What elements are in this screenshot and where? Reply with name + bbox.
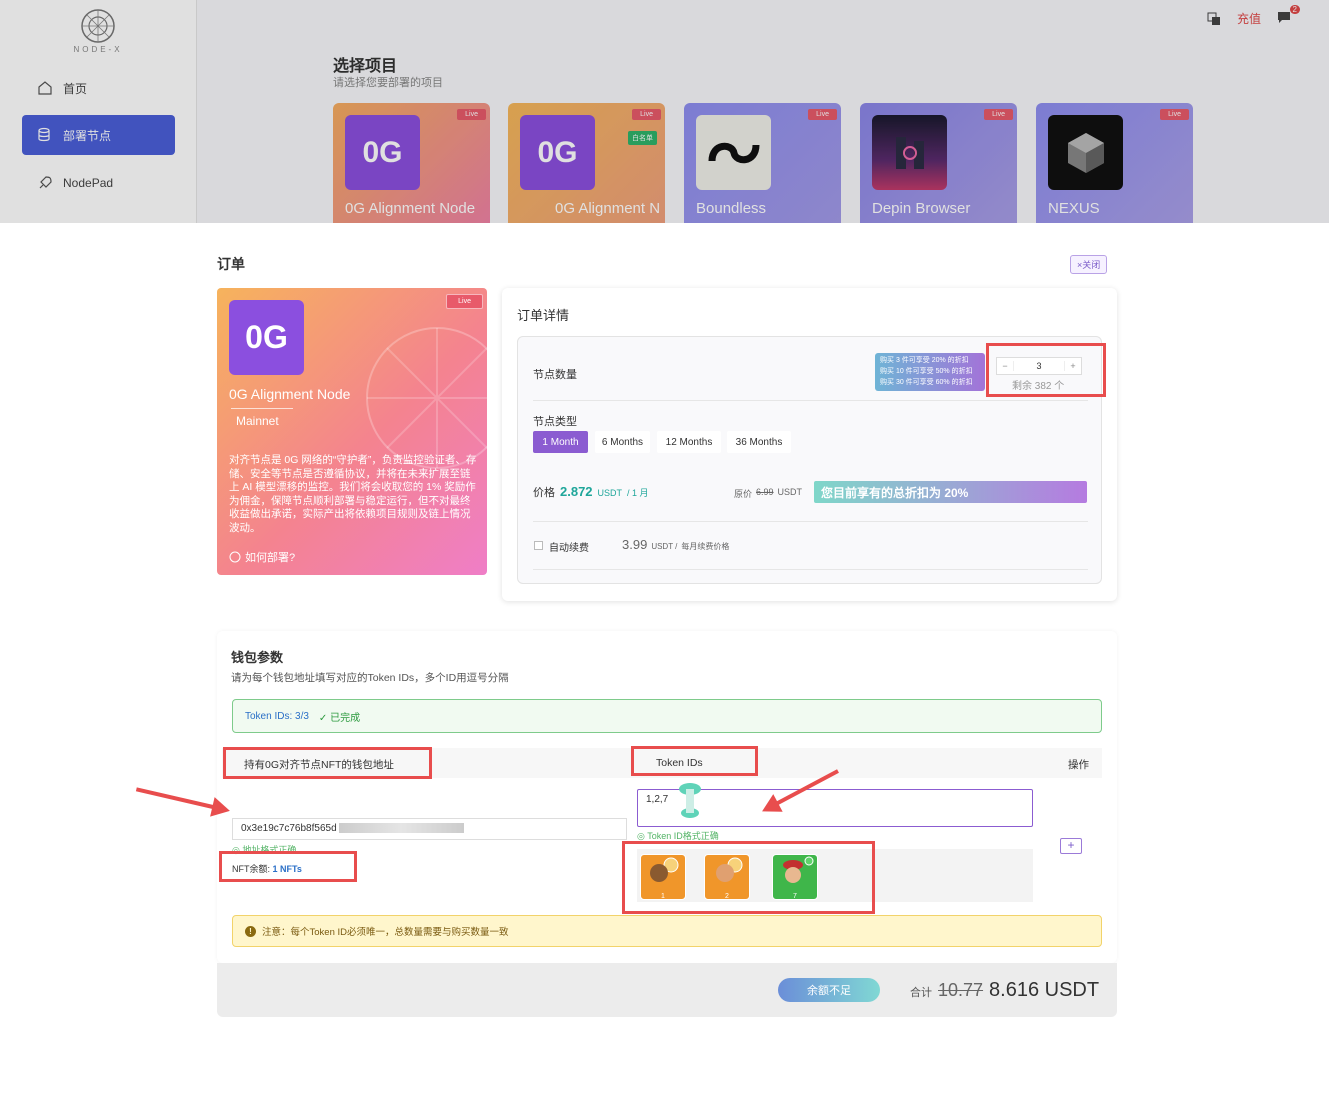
discount-tier: 购买 10 件可享受 50% 的折扣 <box>880 368 973 375</box>
node-type-label: 节点类型 <box>533 416 577 428</box>
price-row: 价格 2.872 USDT / 1 月 <box>533 484 649 500</box>
warning-icon: ! <box>245 925 256 937</box>
highlight-box <box>219 851 357 882</box>
divider <box>533 521 1088 522</box>
order-details-panel: 订单详情 节点数量 购买 3 件可享受 20% 的折扣 购买 10 件可享受 5… <box>502 288 1117 601</box>
column-header-action: 操作 <box>1068 759 1089 771</box>
modal-backdrop <box>0 0 1329 223</box>
discount-banner: 您目前享有的总折扣为 20% <box>814 481 1087 503</box>
add-row-button[interactable]: + <box>1060 838 1082 854</box>
divider <box>533 569 1088 570</box>
renew-desc: 每月续费价格 <box>681 542 730 551</box>
highlight-box <box>223 747 432 779</box>
wallet-title: 钱包参数 <box>231 650 284 665</box>
token-status-done: ✓ 已完成 <box>318 712 361 724</box>
total-price: 合计 10.77 8.616 USDT <box>910 979 1099 1002</box>
original-price-unit: USDT <box>777 487 803 497</box>
highlight-box <box>986 343 1106 397</box>
price-label: 价格 <box>533 487 555 499</box>
token-ids-value: 1,2,7 <box>646 794 669 805</box>
original-price-row: 原价 6.99 USDT <box>734 487 802 500</box>
token-ids-count: Token IDs: 3/3 <box>245 710 309 722</box>
notice-bar: ! 注意：每个Token ID必须唯一，总数量需要与购买数量一致 <box>232 915 1102 947</box>
renew-price-row: 3.99 USDT / 每月续费价格 <box>622 537 729 552</box>
divider <box>231 408 293 409</box>
checkout-footer: 余额不足 合计 10.77 8.616 USDT <box>217 963 1117 1017</box>
price-period: / 1 月 <box>627 488 649 498</box>
tab-36-months[interactable]: 36 Months <box>727 431 791 453</box>
total-value: 8.616 USDT <box>989 979 1100 1001</box>
price-unit: USDT <box>597 488 623 498</box>
close-button[interactable]: ×关闭 <box>1070 255 1108 274</box>
network-label: Mainnet <box>236 414 279 428</box>
token-status-bar: Token IDs: 3/3 ✓ 已完成 <box>232 699 1102 733</box>
node-quantity-label: 节点数量 <box>533 369 577 381</box>
renew-unit: USDT / <box>651 542 678 551</box>
order-details-title: 订单详情 <box>517 308 570 323</box>
renew-price: 3.99 <box>622 537 648 552</box>
discount-tiers: 购买 3 件可享受 20% 的折扣 购买 10 件可享受 50% 的折扣 购买 … <box>875 353 985 391</box>
original-price-label: 原价 <box>734 489 753 499</box>
highlight-box <box>631 746 758 776</box>
original-price-value: 6.99 <box>756 487 774 497</box>
project-description: 对齐节点是 0G 网络的“守护者”，负责监控验证者、存储、安全等节点是否遵循协议… <box>229 454 477 534</box>
discount-tier: 购买 3 件可享受 20% 的折扣 <box>880 357 969 364</box>
tab-12-months[interactable]: 12 Months <box>657 431 721 453</box>
tab-6-months[interactable]: 6 Months <box>595 431 650 453</box>
wallet-address-input[interactable]: 0x3e19c7c76b8f565d <box>232 818 627 840</box>
project-summary-card: 0G Live 0G Alignment Node Mainnet 对齐节点是 … <box>217 288 487 575</box>
divider <box>533 400 1088 401</box>
total-label: 合计 <box>910 987 932 999</box>
total-original: 10.77 <box>938 980 984 1000</box>
highlight-box <box>622 841 875 914</box>
how-to-deploy-label: 如何部署? <box>245 552 296 564</box>
project-name: 0G Alignment Node <box>229 386 351 402</box>
price-value: 2.872 <box>560 484 593 499</box>
project-logo: 0G <box>229 300 304 375</box>
auto-renew-checkbox[interactable] <box>534 541 543 550</box>
order-title: 订单 <box>217 256 245 272</box>
how-to-deploy-link[interactable]: 如何部署? <box>229 549 295 565</box>
auto-renew-label: 自动续费 <box>549 543 589 554</box>
insufficient-balance-button[interactable]: 余额不足 <box>778 978 880 1002</box>
notice-text: 注意：每个Token ID必须唯一，总数量需要与购买数量一致 <box>262 927 509 938</box>
loading-spinner-icon <box>679 783 701 818</box>
help-icon <box>229 551 241 563</box>
blurred-address-part <box>338 823 464 834</box>
annotation-arrow <box>135 787 227 812</box>
live-badge: Live <box>446 294 483 309</box>
token-valid-text: Token ID格式正确 <box>647 831 719 841</box>
tab-1-month[interactable]: 1 Month <box>533 431 588 453</box>
wallet-address-value: 0x3e19c7c76b8f565d <box>241 823 337 834</box>
discount-tier: 购买 30 件可享受 60% 的折扣 <box>880 379 973 386</box>
wallet-subtitle: 请为每个钱包地址填写对应的Token IDs，多个ID用逗号分隔 <box>231 672 509 684</box>
